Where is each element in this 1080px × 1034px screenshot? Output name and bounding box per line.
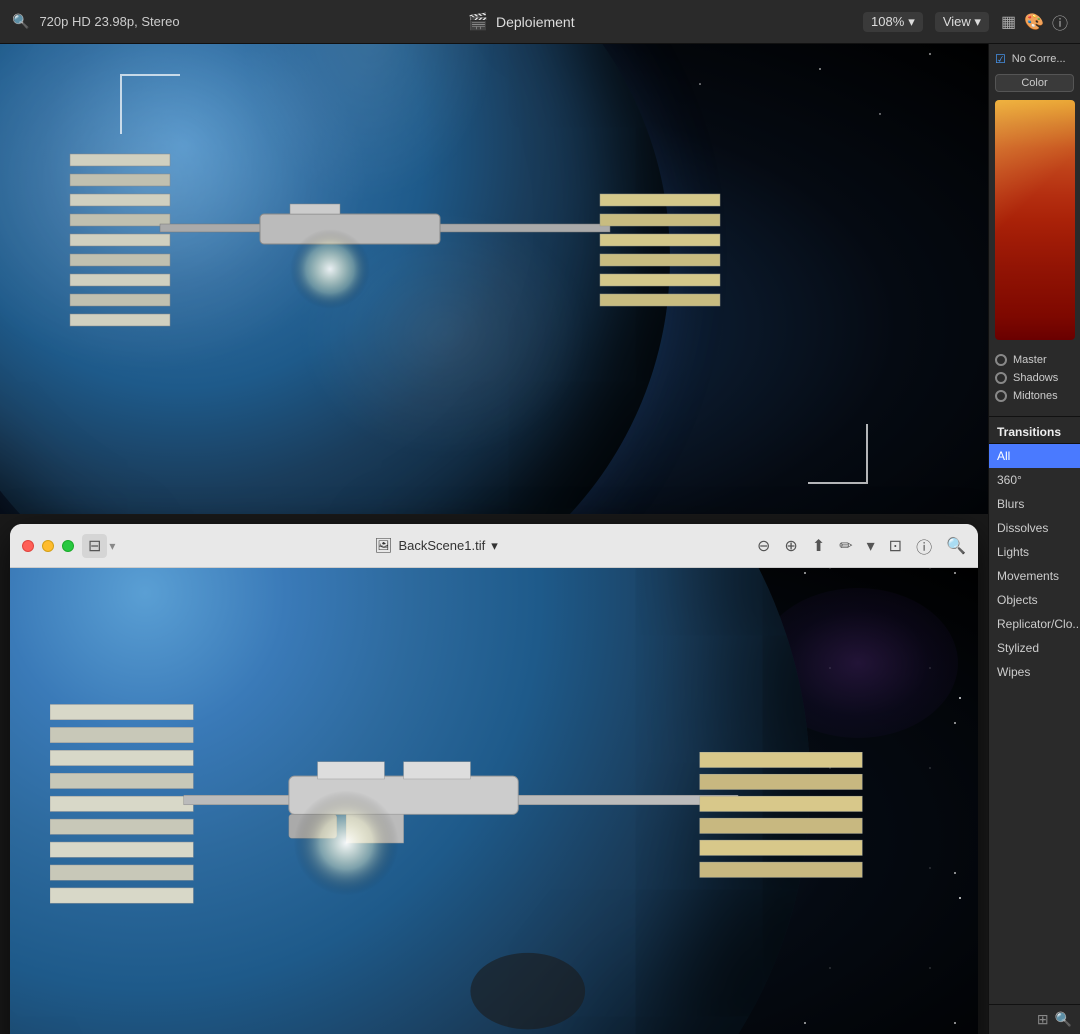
main-layout: ⊟ ▾ 🖼 BackScene1.tif ▾ ⊖ ⊕ ⬆ ✏ ▾ ⊡ ⓘ 🔍 (0, 44, 1080, 1034)
transition-item-blurs[interactable]: Blurs (989, 492, 1080, 516)
video-info: 720p HD 23.98p, Stereo (39, 14, 179, 29)
window-space-scene (10, 568, 978, 1034)
info-icon[interactable]: ⓘ (1052, 10, 1068, 34)
top-icons: ▦ 🎨 ⓘ (1001, 10, 1068, 34)
transition-item-all[interactable]: All (989, 444, 1080, 468)
midtones-label: Midtones (1013, 390, 1058, 402)
radio-midtones-circle (995, 390, 1007, 402)
window-search-icon[interactable]: 🔍 (946, 536, 966, 556)
maximize-button[interactable] (62, 540, 74, 552)
window-content (10, 568, 978, 1034)
minimize-button[interactable] (42, 540, 54, 552)
color-wheel-area[interactable] (995, 100, 1075, 340)
crop-icon[interactable]: ⊡ (889, 536, 902, 556)
transitions-header: Transitions (989, 417, 1080, 444)
corner-marker-tl (120, 74, 180, 134)
color-panel: ☑ No Corre... Color Master Shadows (989, 44, 1080, 417)
share-icon[interactable]: ⬆ (812, 536, 825, 556)
footer-layout-icon[interactable]: ⊞ (1037, 1011, 1049, 1028)
annotate-icon[interactable]: ✏ (839, 536, 852, 556)
transition-item-movements[interactable]: Movements (989, 564, 1080, 588)
top-bar-right: 108% ▾ View ▾ ▦ 🎨 ⓘ (863, 10, 1068, 34)
transition-item-360-[interactable]: 360° (989, 468, 1080, 492)
iss-svg-top (60, 94, 760, 444)
radio-group: Master Shadows Midtones (995, 348, 1074, 408)
color-wheel-highlight (995, 100, 1075, 244)
search-icon[interactable]: 🔍 (12, 13, 29, 30)
radio-shadows-circle (995, 372, 1007, 384)
window-titlebar: ⊟ ▾ 🖼 BackScene1.tif ▾ ⊖ ⊕ ⬆ ✏ ▾ ⊡ ⓘ 🔍 (10, 524, 978, 568)
checkbox-icon[interactable]: ☑ (995, 52, 1006, 66)
zoom-dropdown-icon: ▾ (908, 14, 915, 30)
zoom-in-icon[interactable]: ⊕ (784, 536, 797, 556)
radio-midtones[interactable]: Midtones (995, 390, 1074, 402)
iss-container-top (60, 94, 760, 444)
window-toolbar-right: ⊖ ⊕ ⬆ ✏ ▾ ⊡ ⓘ 🔍 (757, 534, 966, 558)
shadows-label: Shadows (1013, 372, 1058, 384)
preview-area: ⊟ ▾ 🖼 BackScene1.tif ▾ ⊖ ⊕ ⬆ ✏ ▾ ⊡ ⓘ 🔍 (0, 44, 988, 1034)
top-bar-center: 🎬 Deploiement (180, 12, 863, 32)
transition-item-lights[interactable]: Lights (989, 540, 1080, 564)
iss-svg-window (50, 628, 910, 1034)
radio-master[interactable]: Master (995, 354, 1074, 366)
clapper-icon: 🎬 (468, 12, 488, 32)
top-bar-left: 🔍 720p HD 23.98p, Stereo (12, 13, 180, 30)
color-icon[interactable]: 🎨 (1024, 12, 1044, 32)
transitions-footer: ⊞ 🔍 (989, 1004, 1080, 1034)
zoom-control[interactable]: 108% ▾ (863, 12, 923, 32)
close-button[interactable] (22, 540, 34, 552)
color-btn-row: Color (995, 74, 1074, 92)
correction-checkbox-row: ☑ No Corre... (995, 52, 1074, 66)
transitions-list: All360°BlursDissolvesLightsMovementsObje… (989, 444, 1080, 1004)
transition-item-wipes[interactable]: Wipes (989, 660, 1080, 684)
title-dropdown-icon[interactable]: ▾ (491, 538, 498, 554)
zoom-level: 108% (871, 14, 904, 29)
transition-item-stylized[interactable]: Stylized (989, 636, 1080, 660)
project-name: Deploiement (496, 14, 575, 30)
master-label: Master (1013, 354, 1047, 366)
space-scene-top (0, 44, 988, 514)
transition-item-dissolves[interactable]: Dissolves (989, 516, 1080, 540)
zoom-out-icon[interactable]: ⊖ (757, 536, 770, 556)
grid-icon[interactable]: ▦ (1001, 12, 1016, 32)
transition-item-objects[interactable]: Objects (989, 588, 1080, 612)
color-button[interactable]: Color (995, 74, 1074, 92)
footer-search-icon[interactable]: 🔍 (1055, 1011, 1072, 1028)
file-icon: 🖼 (375, 537, 393, 554)
window-title: BackScene1.tif (398, 538, 485, 553)
traffic-lights (22, 540, 74, 552)
right-panel: ☑ No Corre... Color Master Shadows (988, 44, 1080, 1034)
top-bar: 🔍 720p HD 23.98p, Stereo 🎬 Deploiement 1… (0, 0, 1080, 44)
annotate-dropdown[interactable]: ▾ (867, 536, 875, 556)
radio-shadows[interactable]: Shadows (995, 372, 1074, 384)
correction-label: No Corre... (1012, 53, 1066, 65)
view-button[interactable]: View ▾ (935, 12, 989, 32)
sidebar-toggle[interactable]: ⊟ (82, 534, 107, 558)
window-title-area: 🖼 BackScene1.tif ▾ (115, 537, 757, 554)
radio-master-circle (995, 354, 1007, 366)
transitions-panel: Transitions All360°BlursDissolvesLightsM… (989, 417, 1080, 1034)
transition-item-replicator-clo---[interactable]: Replicator/Clo... (989, 612, 1080, 636)
space-scene-inner (0, 44, 988, 514)
window-info-icon[interactable]: ⓘ (916, 534, 932, 558)
preview-window: ⊟ ▾ 🖼 BackScene1.tif ▾ ⊖ ⊕ ⬆ ✏ ▾ ⊡ ⓘ 🔍 (10, 524, 978, 1034)
fcp-preview (0, 44, 988, 514)
corner-marker-br (808, 424, 868, 484)
